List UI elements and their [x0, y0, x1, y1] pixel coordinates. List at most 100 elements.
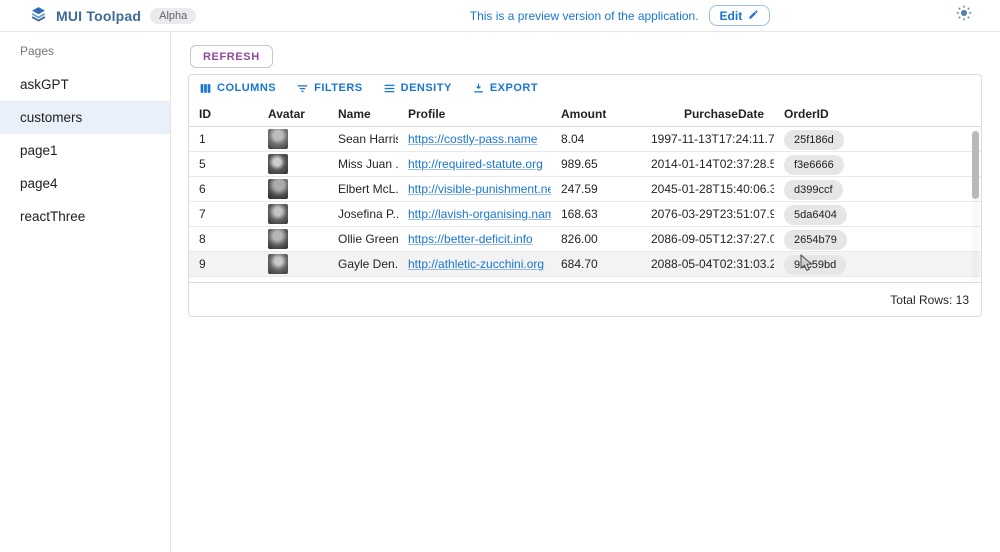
cell-order-id: 5da6404 [774, 202, 982, 226]
cell-order-id: d399ccf [774, 177, 982, 201]
density-icon [383, 82, 396, 95]
sidebar-item-page4[interactable]: page4 [0, 167, 170, 200]
order-id-chip[interactable]: 9dc59bd [784, 255, 846, 275]
cell-order-id: 25f186d [774, 127, 982, 151]
filters-button[interactable]: FILTERS [290, 78, 369, 99]
cell-order-id: 2654b79 [774, 227, 982, 251]
order-id-chip[interactable]: f3e6666 [784, 155, 844, 175]
cell-name: Josefina P... [328, 202, 398, 226]
cell-avatar [258, 129, 328, 149]
avatar [268, 254, 288, 274]
cell-profile: https://better-deficit.info [398, 227, 551, 251]
data-grid: COLUMNS FILTERS DENSITY EXPORT IDAvatarName… [188, 74, 982, 317]
columns-icon [199, 82, 212, 95]
sidebar-item-customers[interactable]: customers [0, 101, 170, 134]
order-id-chip[interactable]: d399ccf [784, 180, 843, 200]
sidebar-item-askGPT[interactable]: askGPT [0, 68, 170, 101]
cell-avatar [258, 179, 328, 199]
toolbar-button-label: FILTERS [314, 82, 363, 94]
cell-name: Ollie Green... [328, 227, 398, 251]
avatar [268, 204, 288, 224]
cell-id: 9 [189, 252, 258, 276]
layers-icon [30, 5, 47, 27]
profile-link[interactable]: http://lavish-organising.name [408, 207, 551, 221]
cell-amount: 168.63 [551, 202, 641, 226]
vertical-scrollbar[interactable] [972, 129, 979, 282]
cell-amount: 989.65 [551, 152, 641, 176]
table-row[interactable]: 9 Gayle Den... http://athletic-zucchini.or… [189, 252, 981, 277]
profile-link[interactable]: http://athletic-zucchini.org [408, 257, 544, 271]
alpha-badge: Alpha [150, 8, 196, 24]
cell-amount: 826.00 [551, 227, 641, 251]
sidebar-item-label: page1 [20, 143, 58, 158]
table-row[interactable]: 6Elbert McL...http://visible-punishment.… [189, 177, 981, 202]
profile-link[interactable]: https://better-deficit.info [408, 232, 533, 246]
sidebar-section-label: Pages [0, 32, 170, 68]
cell-profile: http://required-statute.org [398, 152, 551, 176]
cell-purchase-date: 2088-05-04T02:31:03.294Z [641, 252, 774, 276]
cell-name: Elbert McL... [328, 177, 398, 201]
cell-avatar [258, 254, 328, 274]
column-header-amount[interactable]: Amount [551, 102, 641, 126]
profile-link[interactable]: http://visible-punishment.net [408, 182, 551, 196]
refresh-button[interactable]: REFRESH [190, 45, 273, 68]
avatar [268, 179, 288, 199]
column-header-profile[interactable]: Profile [398, 102, 551, 126]
profile-link[interactable]: http://required-statute.org [408, 157, 543, 171]
cell-avatar [258, 229, 328, 249]
export-button[interactable]: EXPORT [466, 78, 544, 99]
grid-rows-viewport: 1Sean Harrishttps://costly-pass.name8.04… [189, 127, 981, 283]
columns-button[interactable]: COLUMNS [193, 78, 282, 99]
cell-profile: http://visible-punishment.net [398, 177, 551, 201]
cell-id: 7 [189, 202, 258, 226]
column-header-name[interactable]: Name [328, 102, 398, 126]
order-id-chip[interactable]: 2654b79 [784, 230, 847, 250]
cell-name: Sean Harris [328, 127, 398, 151]
avatar [268, 154, 288, 174]
cell-id: 5 [189, 152, 258, 176]
order-id-chip[interactable]: 5da6404 [784, 205, 847, 225]
scrollbar-thumb[interactable] [972, 131, 979, 199]
cell-name: Gayle Den... [328, 252, 398, 276]
cell-order-id: f3e6666 [774, 152, 982, 176]
app-bar: MUI Toolpad Alpha This is a preview vers… [0, 0, 1000, 32]
cell-purchase-date: 2014-01-14T02:37:28.536Z [641, 152, 774, 176]
main-content: REFRESH COLUMNS FILTERS DENSITY EXPORT IDAv… [171, 32, 1000, 552]
sidebar-item-reactThree[interactable]: reactThree [0, 200, 170, 233]
column-header-orderid[interactable]: OrderID [774, 102, 982, 126]
grid-header-row: IDAvatarNameProfileAmountPurchaseDateOrd… [189, 102, 981, 127]
toolbar-button-label: EXPORT [490, 82, 538, 94]
profile-link[interactable]: https://costly-pass.name [408, 132, 537, 146]
cell-profile: http://lavish-organising.name [398, 202, 551, 226]
toolbar-button-label: COLUMNS [217, 82, 276, 94]
cell-amount: 684.70 [551, 252, 641, 276]
cell-id: 8 [189, 227, 258, 251]
cell-profile: http://athletic-zucchini.org [398, 252, 551, 276]
sidebar-item-label: customers [20, 110, 82, 125]
cell-amount: 247.59 [551, 177, 641, 201]
cell-id: 1 [189, 127, 258, 151]
table-row[interactable]: 8 Ollie Green... https://better-deficit.in… [189, 227, 981, 252]
cell-purchase-date: 2086-09-05T12:37:27.015Z [641, 227, 774, 251]
sun-icon [956, 5, 972, 26]
order-id-chip[interactable]: 25f186d [784, 130, 844, 150]
toolbar-button-label: DENSITY [401, 82, 452, 94]
density-button[interactable]: DENSITY [377, 78, 458, 99]
sidebar-item-page1[interactable]: page1 [0, 134, 170, 167]
grid-footer: Total Rows: 13 [189, 282, 981, 316]
sidebar-item-label: reactThree [20, 209, 85, 224]
table-row[interactable]: 5Miss Juan ...http://required-statute.or… [189, 152, 981, 177]
filter-icon [296, 82, 309, 95]
table-row[interactable]: 7 Josefina P... http://lavish-organising.n… [189, 202, 981, 227]
edit-button[interactable]: Edit [709, 5, 771, 26]
column-header-purchasedate[interactable]: PurchaseDate [641, 102, 774, 126]
theme-toggle-button[interactable] [940, 5, 1000, 26]
column-header-id[interactable]: ID [189, 102, 258, 126]
table-row[interactable]: 1Sean Harrishttps://costly-pass.name8.04… [189, 127, 981, 152]
sidebar-item-label: askGPT [20, 77, 69, 92]
cell-profile: https://costly-pass.name [398, 127, 551, 151]
brand: MUI Toolpad Alpha [0, 5, 300, 27]
cell-avatar [258, 204, 328, 224]
export-icon [472, 82, 485, 95]
column-header-avatar[interactable]: Avatar [258, 102, 328, 126]
